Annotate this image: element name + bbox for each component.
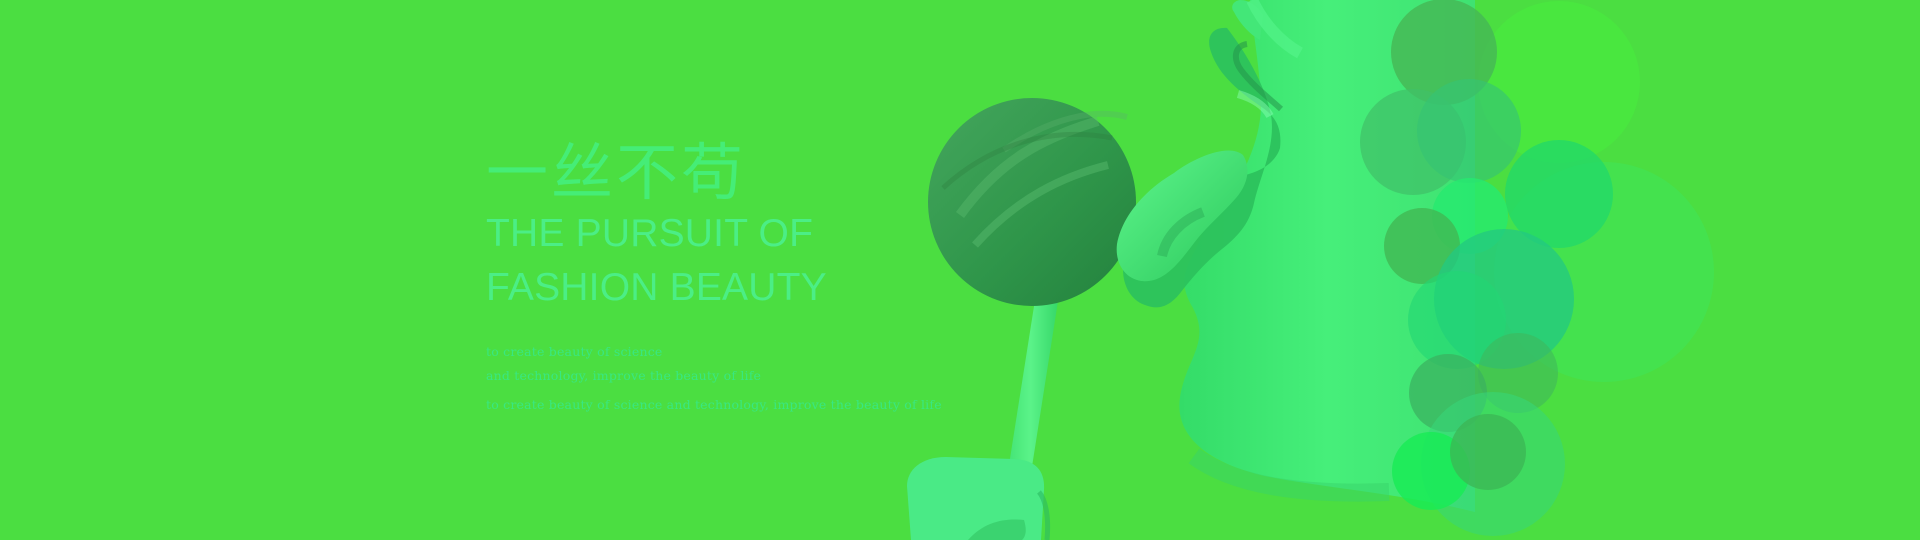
- bubbles-icon: [1360, 0, 1714, 536]
- subtitle-line-2: and technology, improve the beauty of li…: [486, 368, 762, 383]
- english-title-line-2: FASHION BEAUTY: [486, 266, 827, 309]
- subtitle-line-1: to create beauty of science: [486, 344, 663, 359]
- headline-group: 一丝不苟 THE PURSUIT OF FASHION BEAUTY to cr…: [486, 140, 1006, 417]
- chinese-title: 一丝不苟: [486, 136, 747, 209]
- hero-banner: 一丝不苟 THE PURSUIT OF FASHION BEAUTY to cr…: [0, 0, 1920, 540]
- english-title-line-1: THE PURSUIT OF: [486, 212, 814, 255]
- subtitle-line-3: to create beauty of science and technolo…: [486, 397, 942, 412]
- hand-icon: [907, 457, 1051, 540]
